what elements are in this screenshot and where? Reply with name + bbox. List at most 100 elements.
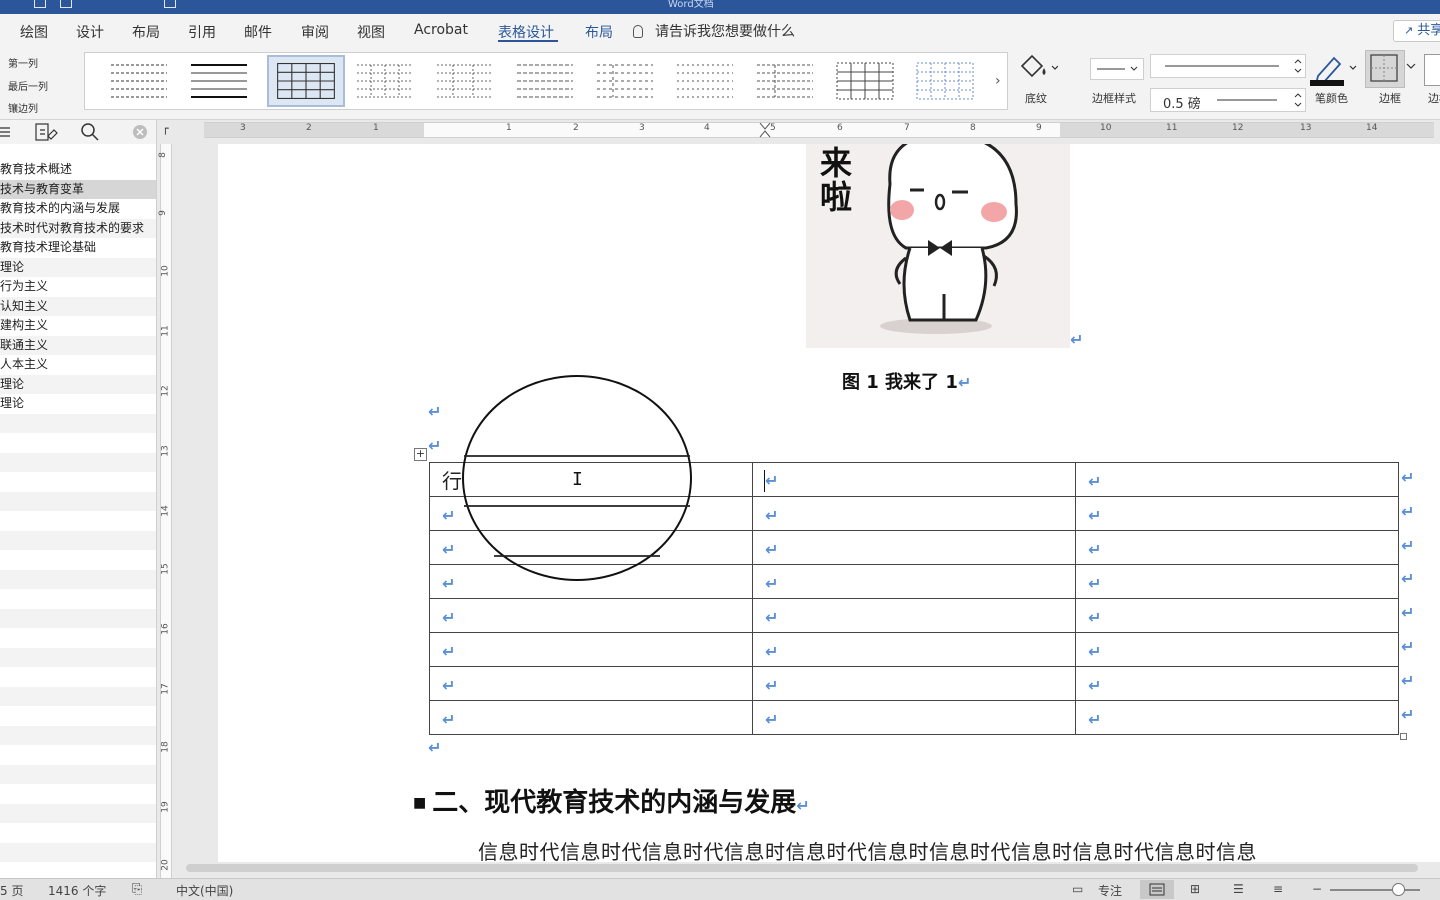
table-cell[interactable]: ↵: [1075, 666, 1399, 701]
table-cell[interactable]: ↵: [1075, 530, 1399, 565]
pen-icon[interactable]: [1310, 52, 1358, 86]
table-style-thumb[interactable]: [753, 59, 817, 103]
table-resize-handle[interactable]: [1400, 733, 1407, 740]
table-cell[interactable]: ↵: [429, 666, 753, 701]
table-cell[interactable]: ↵: [752, 700, 1076, 735]
proofing-icon[interactable]: ⎘: [132, 882, 142, 897]
table-cell[interactable]: ↵: [752, 666, 1076, 701]
word-count[interactable]: 1416 个字: [48, 882, 106, 899]
table-cell[interactable]: ↵: [1075, 598, 1399, 633]
table-style-thumb[interactable]: [187, 59, 251, 103]
line-weight-dropdown[interactable]: 0.5 磅: [1150, 88, 1306, 112]
table-style-thumb-selected[interactable]: [267, 55, 345, 107]
row-end-mark: ↵: [1401, 704, 1415, 724]
table-cell[interactable]: ↵: [1075, 564, 1399, 599]
tell-me-search[interactable]: 请告诉我您想要做什么: [633, 21, 795, 41]
table-cell[interactable]: ↵: [1075, 496, 1399, 531]
option-first-column[interactable]: 第一列: [8, 55, 38, 70]
tab-table-design[interactable]: 表格设计: [498, 22, 554, 42]
nav-heading-item[interactable]: 教育技术的内涵与发展: [0, 199, 156, 219]
zoom-slider-track[interactable]: [1330, 889, 1420, 891]
table-style-thumb[interactable]: [513, 59, 577, 103]
language-indicator[interactable]: 中文(中国): [176, 882, 233, 899]
sticker-image[interactable]: 来啦: [806, 144, 1070, 348]
nav-heading-item[interactable]: 建构主义: [0, 316, 156, 336]
tab-view[interactable]: 视图: [357, 22, 385, 42]
draft-view-icon[interactable]: ≡: [1273, 882, 1283, 896]
ruler-number: 2: [306, 123, 312, 133]
borders-dropdown-chevron-icon[interactable]: [1406, 62, 1416, 70]
table-move-handle[interactable]: +: [414, 448, 427, 461]
paint-bucket-icon[interactable]: [1018, 52, 1058, 82]
save-icon[interactable]: [34, 0, 46, 8]
tab-table-layout[interactable]: 布局: [585, 22, 613, 42]
nav-heading-item[interactable]: 技术时代对教育技术的要求: [0, 218, 156, 238]
nav-heading-item[interactable]: 联通主义: [0, 335, 156, 355]
table-style-thumb[interactable]: [107, 59, 171, 103]
table-style-thumb[interactable]: [353, 59, 417, 103]
table-style-thumb[interactable]: [673, 59, 737, 103]
print-layout-view-button[interactable]: [1140, 880, 1174, 899]
table-style-thumb[interactable]: [833, 59, 897, 103]
tab-references[interactable]: 引用: [188, 22, 216, 42]
option-banded-columns[interactable]: 镶边列: [8, 100, 38, 115]
focus-icon[interactable]: ▭: [1072, 882, 1083, 896]
nav-heading-item[interactable]: 教育技术概述: [0, 160, 156, 180]
table-cell[interactable]: ↵: [752, 598, 1076, 633]
outline-view-icon[interactable]: ☰: [1233, 882, 1244, 896]
border-style-dropdown[interactable]: [1090, 58, 1144, 80]
table-styles-gallery: ›: [84, 52, 1008, 110]
option-last-column[interactable]: 最后一列: [8, 78, 48, 93]
nav-heading-item[interactable]: 认知主义: [0, 296, 156, 316]
pages-view-icon[interactable]: [34, 122, 60, 142]
print-icon[interactable]: [164, 0, 176, 8]
table-style-thumb[interactable]: [593, 59, 657, 103]
table-cell[interactable]: ↵: [752, 632, 1076, 667]
table-style-thumb[interactable]: [433, 59, 497, 103]
focus-mode-label[interactable]: 专注: [1098, 882, 1122, 899]
table-cell[interactable]: ↵: [752, 564, 1076, 599]
line-style-dropdown[interactable]: [1150, 54, 1306, 78]
table-cell[interactable]: ↵: [429, 700, 753, 735]
tab-stop-selector-icon[interactable]: ┌: [162, 122, 169, 135]
table-cell[interactable]: ↵: [1075, 632, 1399, 667]
tab-draw[interactable]: 绘图: [20, 22, 48, 42]
nav-heading-item[interactable]: 理论: [0, 257, 156, 277]
gallery-more-chevron-icon[interactable]: ›: [995, 73, 1001, 89]
cell-end-mark: ↵: [1088, 641, 1102, 661]
border-painter-label: 边框刷: [1428, 92, 1440, 105]
nav-heading-item[interactable]: 教育技术理论基础: [0, 238, 156, 258]
nav-heading-item[interactable]: 理论: [0, 394, 156, 414]
border-painter-button[interactable]: [1424, 54, 1440, 86]
tab-mailings[interactable]: 邮件: [244, 22, 272, 42]
table-cell[interactable]: ↵: [1075, 462, 1399, 497]
tab-acrobat[interactable]: Acrobat: [414, 22, 468, 38]
tab-layout[interactable]: 布局: [132, 22, 160, 42]
headings-view-icon[interactable]: [0, 124, 14, 140]
ruler-number: 11: [1166, 123, 1178, 133]
tab-review[interactable]: 审阅: [301, 22, 329, 42]
tab-design[interactable]: 设计: [76, 22, 104, 42]
share-button[interactable]: ↗共享: [1393, 20, 1440, 42]
zoom-slider-thumb[interactable]: [1392, 883, 1405, 896]
table-cell[interactable]: ↵: [752, 496, 1076, 531]
table-cell[interactable]: ↵: [429, 598, 753, 633]
nav-heading-item-selected[interactable]: 技术与教育变革: [0, 179, 156, 199]
zoom-out-icon[interactable]: −: [1312, 882, 1322, 896]
horizontal-scrollbar[interactable]: [186, 864, 1418, 872]
table-cell[interactable]: ↵: [752, 530, 1076, 565]
nav-heading-item[interactable]: 理论: [0, 374, 156, 394]
close-pane-icon[interactable]: [132, 124, 148, 140]
nav-heading-item[interactable]: 行为主义: [0, 277, 156, 297]
table-cell[interactable]: ↵: [752, 462, 1076, 497]
table-cell[interactable]: ↵: [1075, 700, 1399, 735]
table-style-thumb[interactable]: [913, 59, 977, 103]
autosave-icon[interactable]: [60, 0, 72, 8]
page-count[interactable]: 5 页: [0, 882, 23, 899]
borders-button[interactable]: [1365, 50, 1405, 88]
web-layout-icon[interactable]: ⊞: [1190, 882, 1200, 896]
indent-marker-icon[interactable]: [758, 123, 772, 139]
nav-heading-item[interactable]: 人本主义: [0, 355, 156, 375]
table-cell[interactable]: ↵: [429, 632, 753, 667]
search-icon[interactable]: [80, 122, 100, 142]
